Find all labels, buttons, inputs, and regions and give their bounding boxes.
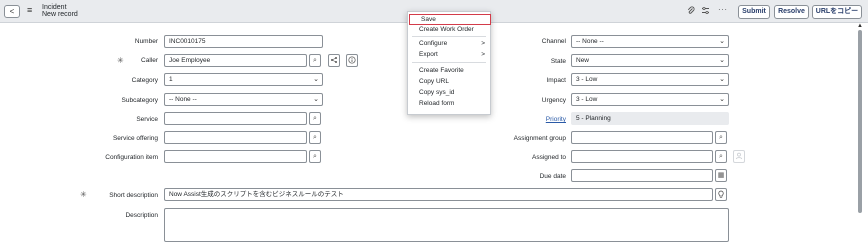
impact-select[interactable]: 3 - Low ⌄ <box>571 73 729 86</box>
chevron-down-icon: ⌄ <box>719 57 725 64</box>
chevron-down-icon: ⌄ <box>313 96 319 103</box>
chevron-right-icon: > <box>481 51 485 58</box>
caller-related-icon[interactable] <box>328 54 340 67</box>
channel-value: -- None -- <box>576 38 604 45</box>
menu-item-copy-sys-id[interactable]: Copy sys_id <box>408 88 490 97</box>
menu-divider <box>412 36 486 37</box>
channel-label: Channel <box>541 38 566 45</box>
impact-label: Impact <box>546 77 566 84</box>
short-description-field[interactable]: Now Assist生成のスクリプトを含むビジネスルールのテスト <box>164 188 713 201</box>
service-label: Service <box>136 116 158 123</box>
chevron-down-icon: ⌄ <box>719 38 725 45</box>
description-label: Description <box>125 212 158 219</box>
form-context-menu-icon[interactable]: ≡ <box>27 5 32 15</box>
assignment-group-field[interactable] <box>571 131 713 144</box>
number-field[interactable]: INC0010175 <box>164 35 323 48</box>
service-offering-field[interactable] <box>164 131 307 144</box>
number-label: Number <box>134 38 158 45</box>
record-subtitle: New record <box>42 11 78 18</box>
assignment-group-label: Assignment group <box>513 135 566 142</box>
calendar-icon[interactable]: ▦ <box>715 169 727 182</box>
caller-label: Caller <box>141 57 158 64</box>
caller-search-icon[interactable]: ⌕ <box>309 54 321 67</box>
subcategory-label: Subcategory <box>121 97 159 104</box>
caller-info-icon[interactable] <box>346 54 358 67</box>
service-offering-label: Service offering <box>112 135 158 142</box>
impact-value: 3 - Low <box>576 76 598 83</box>
configuration-item-label: Configuration item <box>105 154 158 161</box>
menu-item-copy-url[interactable]: Copy URL <box>408 77 490 86</box>
priority-link[interactable]: Priority <box>546 116 566 123</box>
assignment-group-search-icon[interactable]: ⌕ <box>715 131 727 144</box>
assigned-to-label: Assigned to <box>532 154 566 161</box>
lightbulb-icon[interactable] <box>715 188 727 201</box>
menu-item-export-label: Export <box>419 51 438 58</box>
urgency-label: Urgency <box>541 97 566 104</box>
short-description-label: Short description <box>109 192 158 199</box>
chevron-down-icon: ⌄ <box>719 76 725 83</box>
menu-item-save[interactable]: Save <box>409 14 491 25</box>
channel-select[interactable]: -- None -- ⌄ <box>571 35 729 48</box>
scroll-up-arrow-icon[interactable]: ▲ <box>857 23 863 29</box>
assigned-to-search-icon[interactable]: ⌕ <box>715 150 727 163</box>
back-button[interactable]: < <box>4 5 20 18</box>
submit-button[interactable]: Submit <box>738 5 770 19</box>
menu-item-export[interactable]: Export > <box>408 50 490 59</box>
menu-item-create-favorite[interactable]: Create Favorite <box>408 66 490 75</box>
due-date-label: Due date <box>539 173 566 180</box>
configuration-item-field[interactable] <box>164 150 307 163</box>
record-title: Incident New record <box>42 4 78 18</box>
chevron-right-icon: > <box>481 40 485 47</box>
service-search-icon[interactable]: ⌕ <box>309 112 321 125</box>
menu-item-reload-form[interactable]: Reload form <box>408 99 490 108</box>
category-select[interactable]: 1 ⌄ <box>164 73 323 86</box>
category-label: Category <box>131 77 158 84</box>
chevron-down-icon: ⌄ <box>719 96 725 103</box>
due-date-field[interactable] <box>571 169 713 182</box>
caller-field[interactable]: Joe Employee <box>164 54 307 67</box>
record-table-name: Incident <box>42 4 67 11</box>
description-textarea[interactable] <box>164 208 729 242</box>
menu-divider <box>412 62 486 63</box>
state-select[interactable]: New ⌄ <box>571 54 729 67</box>
more-options-icon[interactable]: ··· <box>718 5 728 14</box>
service-field[interactable] <box>164 112 307 125</box>
attachment-icon[interactable] <box>687 6 695 17</box>
menu-item-create-work-order[interactable]: Create Work Order <box>408 25 490 34</box>
category-value: 1 <box>169 76 173 83</box>
subcategory-select[interactable]: -- None -- ⌄ <box>164 93 323 106</box>
urgency-value: 3 - Low <box>576 96 598 103</box>
service-offering-search-icon[interactable]: ⌕ <box>309 131 321 144</box>
assigned-to-field[interactable] <box>571 150 713 163</box>
form-context-menu: Save Create Work Order Configure > Expor… <box>407 11 491 115</box>
menu-item-configure-label: Configure <box>419 40 448 47</box>
subcategory-value: -- None -- <box>169 96 197 103</box>
menu-item-configure[interactable]: Configure > <box>408 39 490 48</box>
resolve-button[interactable]: Resolve <box>774 5 809 19</box>
state-label: State <box>550 58 566 65</box>
priority-label[interactable]: Priority <box>480 116 566 123</box>
configuration-item-search-icon[interactable]: ⌕ <box>309 150 321 163</box>
assign-to-me-icon <box>733 150 745 163</box>
chevron-down-icon: ⌄ <box>313 76 319 83</box>
state-value: New <box>576 57 590 64</box>
copy-url-button[interactable]: URLをコピー <box>812 5 862 19</box>
settings-sliders-icon[interactable] <box>701 6 710 17</box>
vertical-scrollbar[interactable] <box>858 30 862 213</box>
urgency-select[interactable]: 3 - Low ⌄ <box>571 93 729 106</box>
priority-field: 5 - Planning <box>571 112 729 125</box>
